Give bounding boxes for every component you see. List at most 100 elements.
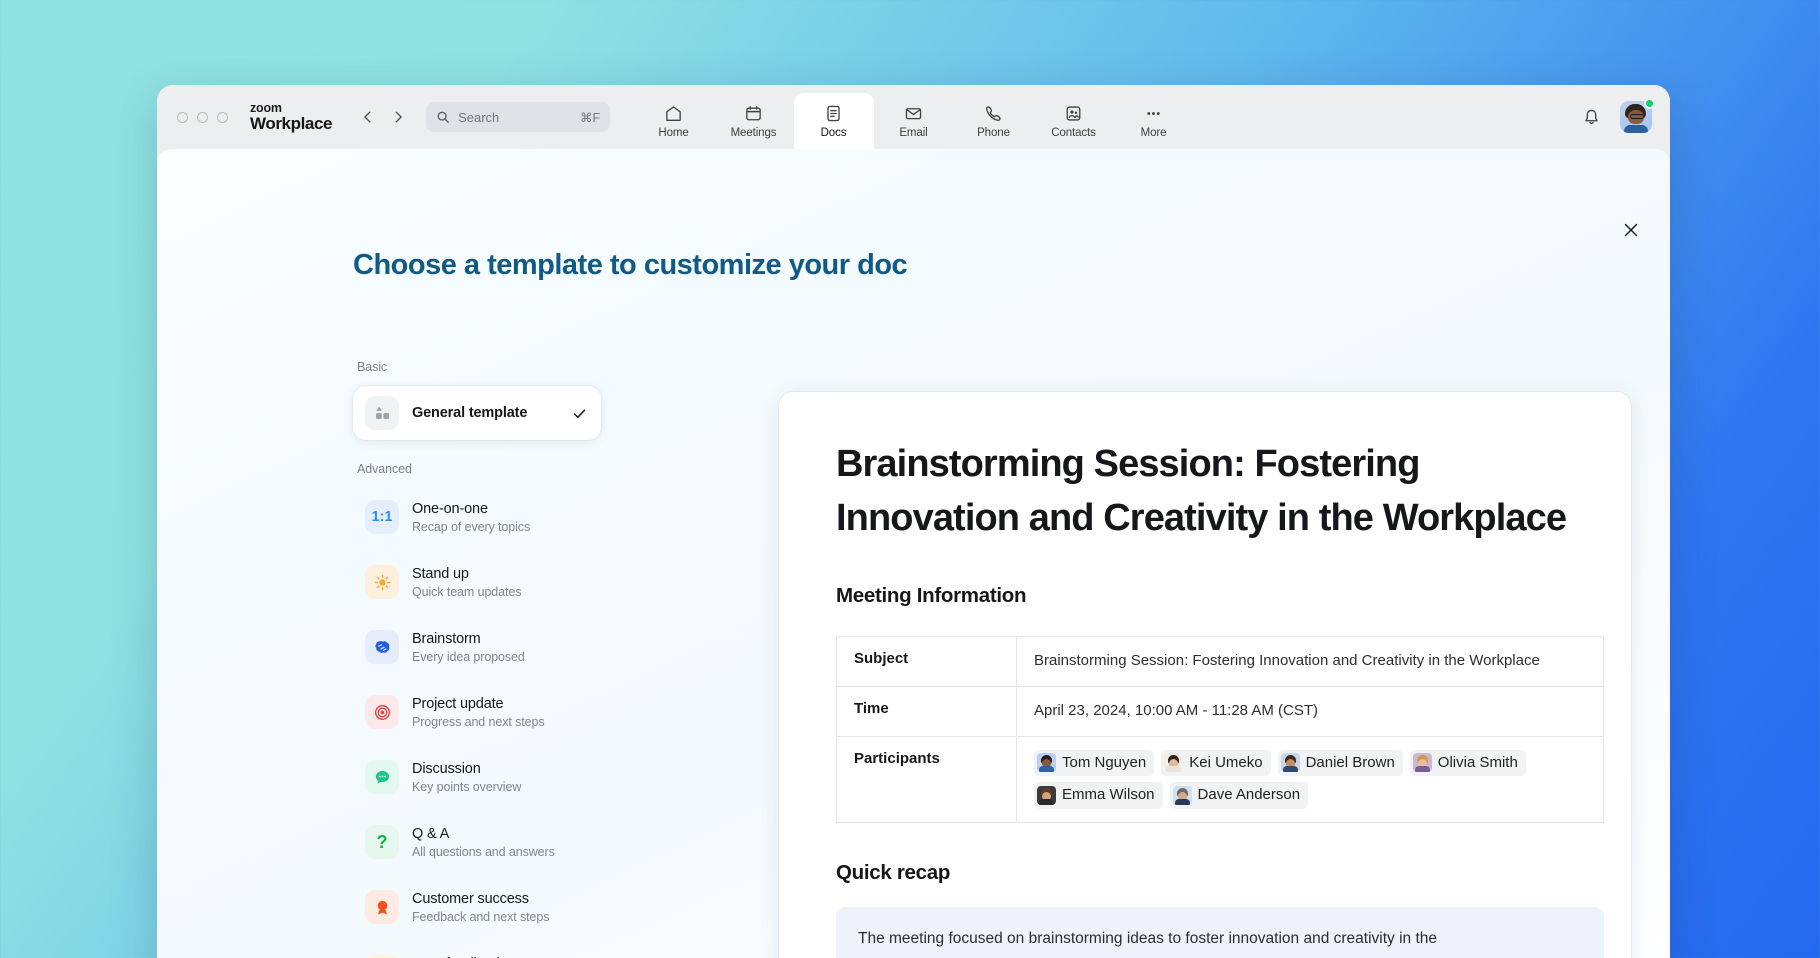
tab-contacts[interactable]: Contacts <box>1034 93 1114 149</box>
tab-home[interactable]: Home <box>634 93 714 149</box>
list-item[interactable]: Dave Anderson <box>1170 782 1309 809</box>
sidebar-item-label: Stand up <box>412 566 469 582</box>
sidebar-item-one-on-one[interactable]: 1:1 One-on-one Recap of every topics <box>353 488 601 546</box>
avatar <box>1164 753 1183 772</box>
tab-docs[interactable]: Docs <box>794 93 874 149</box>
table-row: Subject Brainstorming Session: Fostering… <box>837 636 1604 686</box>
document-title: Brainstorming Session: Fostering Innovat… <box>836 438 1574 546</box>
sidebar-item-text: Project update Progress and next steps <box>412 695 587 729</box>
avatar <box>1173 786 1192 805</box>
sidebar-item-text: Discussion Key points overview <box>412 760 587 794</box>
sidebar-item-text: Brainstorm Every idea proposed <box>412 630 587 664</box>
sidebar-item-description: Quick team updates <box>412 585 587 599</box>
sidebar-item-description: All questions and answers <box>412 845 587 859</box>
close-icon <box>1623 222 1639 238</box>
template-sidebar: Basic General template Advanced 1:1 <box>353 360 601 958</box>
zoom-workplace-logo: zoom Workplace <box>250 102 332 132</box>
titlebar-actions <box>1576 101 1652 133</box>
minimize-window-button[interactable] <box>197 112 208 123</box>
bell-icon <box>1582 108 1601 127</box>
ellipsis-icon <box>1144 104 1163 123</box>
list-item[interactable]: Daniel Brown <box>1278 750 1403 777</box>
brand-workplace: Workplace <box>250 115 332 132</box>
envelope-icon <box>904 104 923 123</box>
search-icon <box>436 110 450 124</box>
sidebar-item-general-template[interactable]: General template <box>353 386 601 440</box>
phone-icon <box>984 104 1003 123</box>
tab-more[interactable]: More <box>1114 93 1194 149</box>
sidebar-item-description: Feedback and next steps <box>412 910 587 924</box>
tab-label: More <box>1141 127 1167 139</box>
sidebar-item-label: Customer success <box>412 891 529 907</box>
sidebar-item-label: Discussion <box>412 761 481 777</box>
shapes-icon <box>365 396 399 430</box>
participant-name: Kei Umeko <box>1189 752 1262 775</box>
search-input[interactable]: Search ⌘F <box>426 102 610 132</box>
notifications-button[interactable] <box>1576 102 1606 132</box>
sidebar-item-brainstorm[interactable]: Brainstorm Every idea proposed <box>353 618 601 676</box>
close-window-button[interactable] <box>177 112 188 123</box>
forward-button[interactable] <box>384 103 412 131</box>
avatar[interactable] <box>1620 101 1652 133</box>
table-key: Time <box>837 686 1017 736</box>
meeting-information-table: Subject Brainstorming Session: Fostering… <box>836 636 1604 823</box>
sidebar-item-label: One-on-one <box>412 501 488 517</box>
search-shortcut: ⌘F <box>580 110 600 125</box>
app-window: zoom Workplace Search ⌘F <box>157 85 1670 958</box>
list-item[interactable]: Tom Nguyen <box>1034 750 1154 777</box>
sidebar-item-label: Q & A <box>412 826 449 842</box>
home-icon <box>664 104 683 123</box>
sidebar-item-label: Brainstorm <box>412 631 481 647</box>
sidebar-item-description: Every idea proposed <box>412 650 587 664</box>
search-placeholder: Search <box>458 110 572 125</box>
tab-label: Email <box>899 127 927 139</box>
close-modal-button[interactable] <box>1616 215 1646 245</box>
list-item[interactable]: Emma Wilson <box>1034 782 1163 809</box>
target-icon <box>365 695 399 729</box>
tab-phone[interactable]: Phone <box>954 93 1034 149</box>
template-picker-modal: Choose a template to customize your doc … <box>157 149 1670 958</box>
sidebar-item-project-update[interactable]: Project update Progress and next steps <box>353 683 601 741</box>
table-row: Participants Tom Nguyen Kei <box>837 736 1604 823</box>
avatar <box>1281 753 1300 772</box>
sidebar-item-label: Project update <box>412 696 503 712</box>
calendar-icon <box>744 104 763 123</box>
sun-icon <box>365 565 399 599</box>
sidebar-item-user-feedback[interactable]: User feedback Feedback and insights <box>353 943 601 958</box>
participant-chip-list: Tom Nguyen Kei Umeko Daniel Brown <box>1034 750 1586 810</box>
tab-label: Home <box>658 127 688 139</box>
table-row: Time April 23, 2024, 10:00 AM - 11:28 AM… <box>837 686 1604 736</box>
list-item[interactable]: Olivia Smith <box>1410 750 1526 777</box>
tab-email[interactable]: Email <box>874 93 954 149</box>
sidebar-item-description: Progress and next steps <box>412 715 587 729</box>
meeting-information-heading: Meeting Information <box>836 584 1574 608</box>
brand-zoom: zoom <box>250 102 332 115</box>
tab-meetings[interactable]: Meetings <box>714 93 794 149</box>
participant-name: Daniel Brown <box>1306 752 1395 775</box>
main-nav-tabs: Home Meetings Docs <box>634 93 1194 149</box>
presence-indicator <box>1644 98 1655 109</box>
window-titlebar: zoom Workplace Search ⌘F <box>157 85 1670 149</box>
chevron-right-icon <box>391 110 405 124</box>
sidebar-item-customer-success[interactable]: Customer success Feedback and next steps <box>353 878 601 936</box>
back-button[interactable] <box>354 103 382 131</box>
question-mark-icon: ? <box>365 825 399 859</box>
sidebar-item-q-and-a[interactable]: ? Q & A All questions and answers <box>353 813 601 871</box>
window-controls[interactable] <box>177 112 228 123</box>
table-key: Subject <box>837 636 1017 686</box>
sidebar-item-label: General template <box>412 405 527 421</box>
chat-bubble-icon <box>365 760 399 794</box>
tab-label: Contacts <box>1051 127 1096 139</box>
sidebar-item-description: Key points overview <box>412 780 587 794</box>
participant-name: Tom Nguyen <box>1062 752 1146 775</box>
sidebar-item-stand-up[interactable]: Stand up Quick team updates <box>353 553 601 611</box>
maximize-window-button[interactable] <box>217 112 228 123</box>
sidebar-item-discussion[interactable]: Discussion Key points overview <box>353 748 601 806</box>
document-icon <box>824 104 843 123</box>
sidebar-item-text: One-on-one Recap of every topics <box>412 500 587 534</box>
list-item[interactable]: Kei Umeko <box>1161 750 1270 777</box>
table-value: April 23, 2024, 10:00 AM - 11:28 AM (CST… <box>1017 686 1604 736</box>
tab-label: Phone <box>977 127 1010 139</box>
sidebar-item-text: Stand up Quick team updates <box>412 565 587 599</box>
sidebar-item-text: Q & A All questions and answers <box>412 825 587 859</box>
